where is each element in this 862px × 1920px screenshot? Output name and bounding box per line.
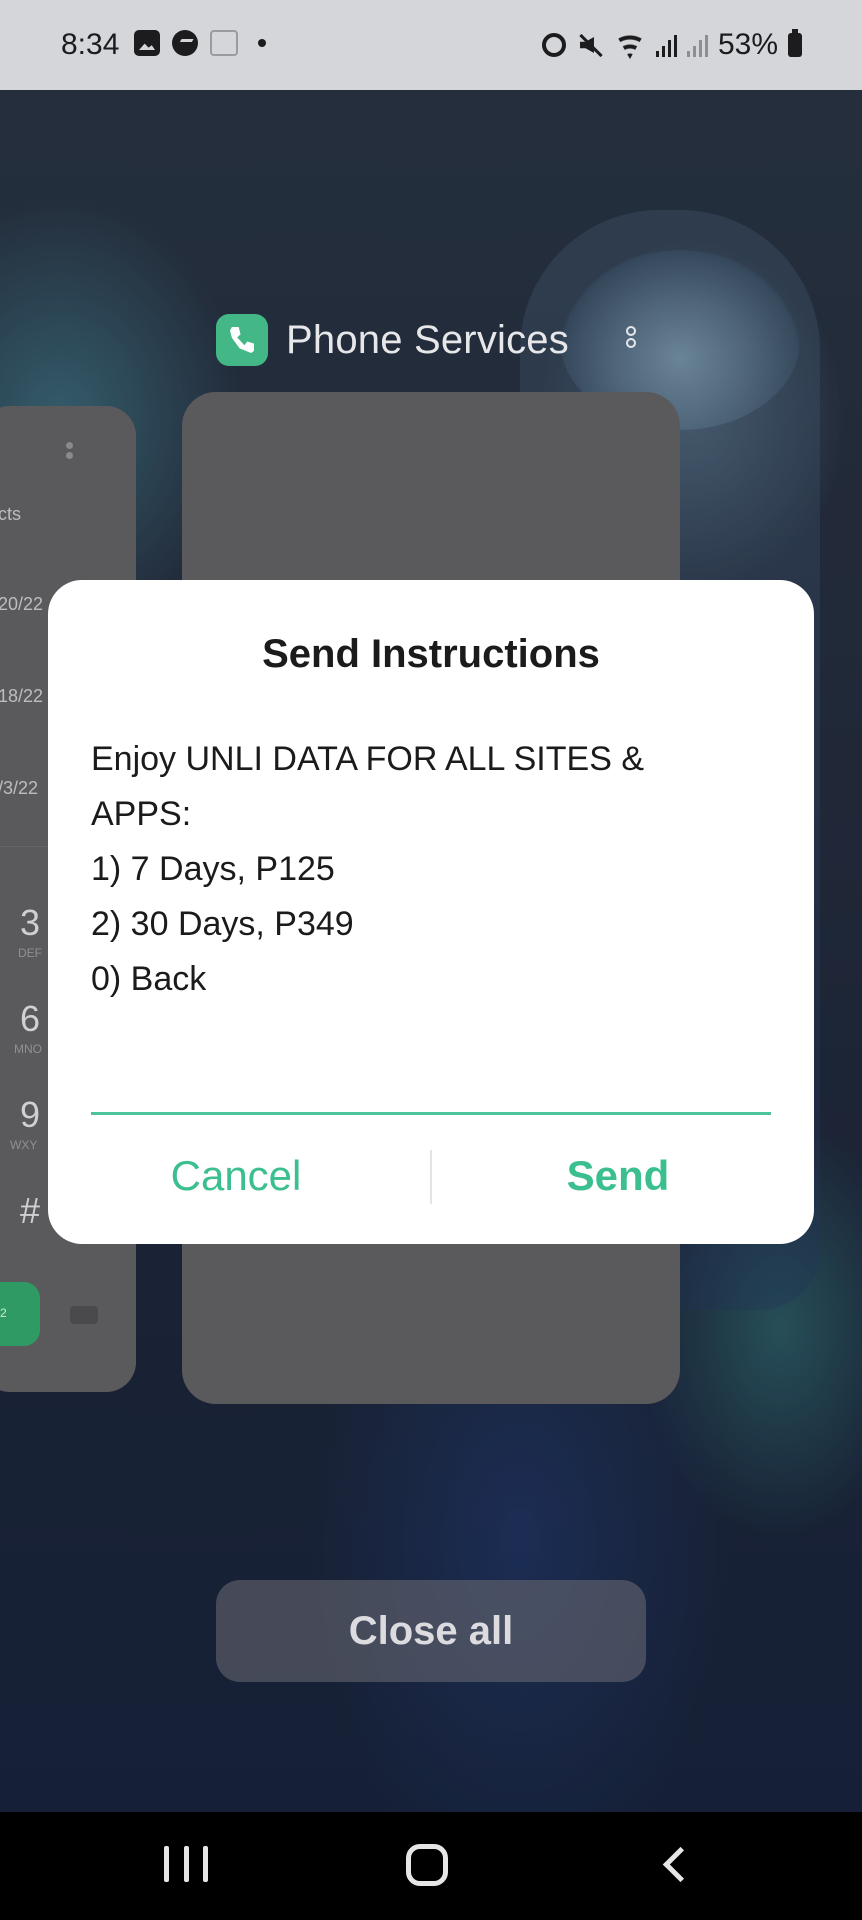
home-button[interactable] [406,1844,448,1886]
message-line: 2) 30 Days, P349 [91,905,354,943]
notification-icons [134,30,266,56]
wifi-icon [613,31,646,59]
close-all-button[interactable]: Close all [216,1580,646,1682]
status-time: 8:34 [61,28,120,61]
app-title: Phone Services [286,317,569,362]
screen: 8:34 53% Phone Services cts 20/22 18/22 … [0,0,862,1920]
grid-app-icon [210,30,238,56]
signal-icon [655,33,677,57]
button-divider [430,1150,432,1204]
app-options-icon[interactable] [624,326,638,358]
recents-button[interactable] [164,1846,208,1886]
backspace-icon [70,1306,98,1324]
reply-input[interactable] [91,1060,771,1115]
navigation-bar [0,1812,862,1920]
send-button[interactable]: Send [468,1136,768,1216]
card-fragment: # [20,1190,41,1231]
messenger-icon [172,30,198,56]
signal-icon [686,33,708,57]
dialog-message: Enjoy UNLI DATA FOR ALL SITES & APPS: 1)… [91,732,771,1007]
status-bar: 8:34 53% [0,0,862,90]
alarm-icon [541,33,566,57]
recents-app-header[interactable]: Phone Services [216,314,569,366]
card-fragment: 3 [20,902,41,943]
cancel-button[interactable]: Cancel [86,1136,386,1216]
battery-percent: 53% [717,28,778,61]
card-fragment: cts [0,504,22,524]
phone-icon[interactable] [216,314,268,366]
battery-icon [788,29,802,57]
card-fragment: 9 [20,1094,41,1135]
message-line: Enjoy UNLI DATA FOR ALL SITES & [91,740,644,778]
send-instructions-dialog: Send Instructions Enjoy UNLI DATA FOR AL… [48,580,814,1244]
card-fragment: 18/22 [0,686,44,706]
system-icons: 53% [541,24,802,66]
card-fragment: 6 [20,998,41,1039]
message-line: APPS: [91,795,192,833]
dialog-title: Send Instructions [262,632,600,676]
message-line: 0) Back [91,960,207,998]
card-fragment: 2 [0,1306,7,1320]
card-fragment: MNO [14,1042,42,1056]
card-menu-icon [66,442,74,464]
dialog-button-row: Cancel Send [48,1136,814,1216]
card-fragment: DEF [18,946,42,960]
card-fragment: WXY [10,1138,38,1152]
notification-dot-icon [258,39,266,47]
card-fragment: 20/22 [0,594,44,614]
gallery-icon [134,30,160,56]
mute-icon [576,31,604,59]
back-button[interactable] [656,1846,696,1886]
call-button-fragment: 2 [0,1282,40,1346]
message-line: 1) 7 Days, P125 [91,850,335,888]
card-fragment: /3/22 [0,778,39,798]
